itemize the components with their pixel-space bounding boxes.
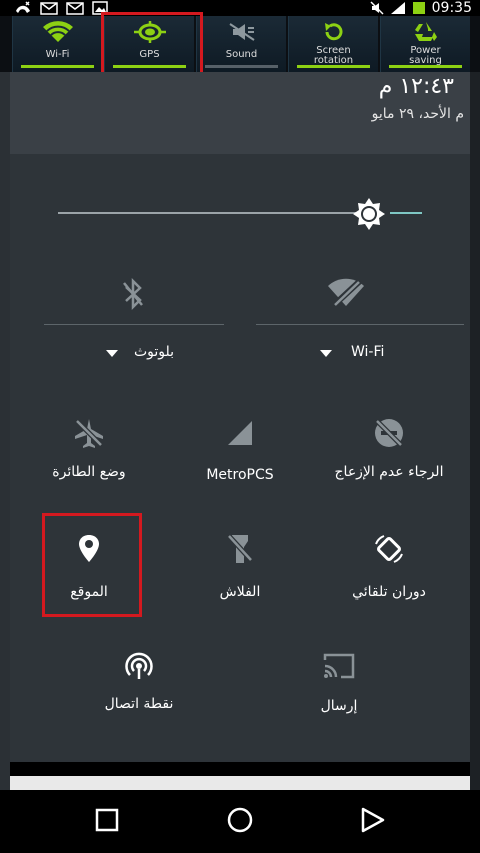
wifi-toggle[interactable]: Wi-Fi xyxy=(12,16,102,72)
do-not-disturb-icon xyxy=(372,416,406,450)
hotspot-icon xyxy=(122,648,156,682)
cast-icon xyxy=(322,648,356,682)
tile-hotspot-label: نقطة اتصال xyxy=(104,696,174,712)
tile-flashlight[interactable]: الفلاش xyxy=(165,532,315,632)
cell-signal-icon xyxy=(223,416,257,450)
brightness-slider-fill xyxy=(390,212,422,214)
screen-rotation-toggle-indicator xyxy=(297,65,370,68)
airplane-mode-icon xyxy=(72,416,106,450)
tile-airplane-mode-label: وضع الطائرة xyxy=(52,464,126,480)
wifi-off-icon[interactable] xyxy=(326,278,366,310)
header-time: ١٢:٤٣ م xyxy=(378,74,454,99)
left-edge xyxy=(0,72,10,790)
missed-call-icon xyxy=(14,1,32,15)
tile-cast-label: إرسال xyxy=(320,698,358,714)
bluetooth-off-icon[interactable] xyxy=(118,278,148,310)
wifi-divider xyxy=(256,324,464,325)
tile-cellular-label: MetroPCS xyxy=(206,467,274,483)
mail-icon xyxy=(40,1,58,15)
tile-cellular[interactable]: MetroPCS xyxy=(165,416,315,516)
brightness-slider-track[interactable] xyxy=(58,212,373,214)
tile-do-not-disturb-label: الرجاء عدم الإزعاج xyxy=(334,464,444,480)
wifi-toggle-indicator xyxy=(21,65,94,68)
screen-rotation-toggle[interactable]: Screen rotation xyxy=(288,16,378,72)
rotation-icon xyxy=(317,20,351,44)
auto-rotate-icon xyxy=(372,532,406,566)
tile-auto-rotate-label: دوران تلقائي xyxy=(352,584,426,600)
wifi-icon xyxy=(41,20,75,44)
sound-toggle[interactable]: Sound xyxy=(196,16,286,72)
location-highlight-box xyxy=(42,513,142,617)
navigation-bar xyxy=(0,790,480,853)
sound-off-icon xyxy=(225,20,259,44)
mute-icon xyxy=(370,1,384,15)
battery-icon xyxy=(412,1,426,15)
tile-hotspot[interactable]: نقطة اتصال xyxy=(64,648,214,748)
recycle-icon xyxy=(409,20,443,44)
header-date[interactable]: م الأحد، ٢٩ مايو xyxy=(372,106,464,122)
sound-toggle-indicator xyxy=(205,65,278,68)
recents-button-icon[interactable] xyxy=(95,808,119,832)
gps-highlight-box xyxy=(101,12,203,79)
status-clock: 09:35 xyxy=(431,0,472,16)
bluetooth-label[interactable]: بلوتوث xyxy=(134,344,174,360)
notification-header: ١٢:٤٣ م م الأحد، ٢٩ مايو xyxy=(10,72,470,154)
signal-icon xyxy=(390,1,406,15)
wifi-dropdown-caret-icon[interactable] xyxy=(320,350,332,357)
notification-card-edge xyxy=(10,776,470,790)
brightness-icon[interactable] xyxy=(352,197,386,231)
tile-auto-rotate[interactable]: دوران تلقائي xyxy=(314,532,464,632)
right-edge xyxy=(470,72,480,790)
screen-rotation-toggle-label: Screen rotation xyxy=(313,45,354,66)
tile-airplane-mode[interactable]: وضع الطائرة xyxy=(14,416,164,516)
tile-flashlight-label: الفلاش xyxy=(219,584,261,600)
bluetooth-dropdown-caret-icon[interactable] xyxy=(106,350,118,357)
tile-cast[interactable]: إرسال xyxy=(264,648,414,748)
tile-do-not-disturb[interactable]: الرجاء عدم الإزعاج xyxy=(314,416,464,516)
back-button-icon[interactable] xyxy=(360,807,386,833)
status-bar: 09:35 xyxy=(0,0,480,16)
mail-icon xyxy=(66,1,84,15)
power-saving-toggle-label: Power saving xyxy=(409,45,442,66)
flashlight-off-icon xyxy=(223,532,257,566)
power-saving-toggle-indicator xyxy=(389,65,462,68)
wifi-toggle-label: Wi-Fi xyxy=(45,49,70,60)
bluetooth-divider xyxy=(44,324,224,325)
quick-settings-panel: بلوتوث Wi-Fi وضع الطائرة MetroPCS الرجاء… xyxy=(10,154,470,762)
quick-toggle-bar: Wi-Fi GPS Sound Screen rotation Power sa… xyxy=(0,16,480,72)
power-saving-toggle[interactable]: Power saving xyxy=(380,16,470,72)
sound-toggle-label: Sound xyxy=(225,49,258,60)
home-button-icon[interactable] xyxy=(226,807,254,834)
wifi-label[interactable]: Wi-Fi xyxy=(351,344,384,360)
